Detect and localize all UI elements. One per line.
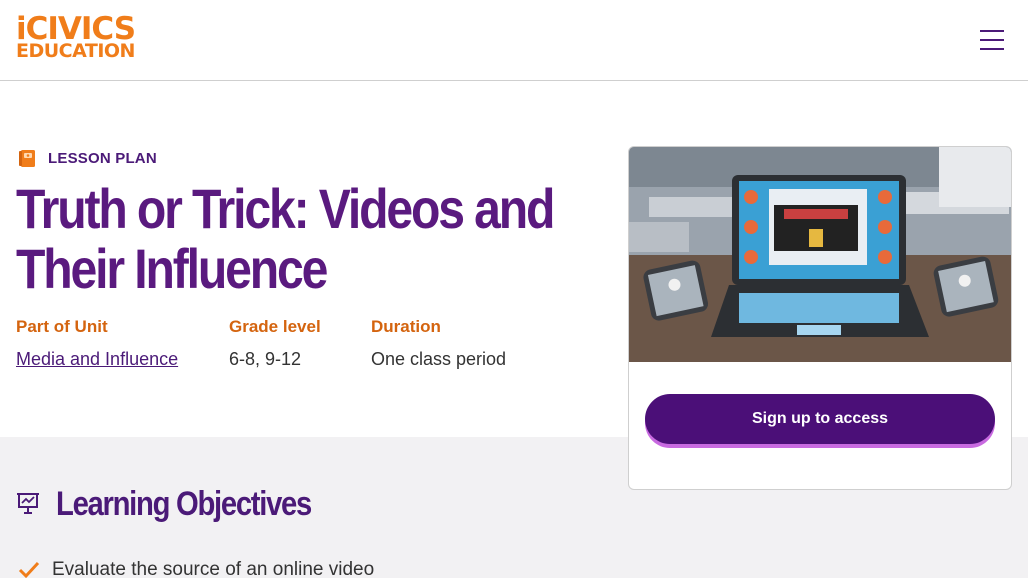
hamburger-menu-icon[interactable]	[976, 26, 1008, 54]
meta-duration: Duration One class period	[371, 317, 506, 370]
duration-value: One class period	[371, 349, 507, 369]
site-header: iCIVICS EDUCATION	[0, 0, 1028, 81]
lesson-plan-icon	[19, 149, 35, 167]
logo-text-bottom: EDUCATION	[16, 40, 135, 62]
meta-label-duration: Duration	[371, 317, 441, 336]
checkmark-icon	[18, 561, 40, 578]
page-title: Truth or Trick: Videos and Their Influen…	[16, 177, 555, 300]
meta-label-unit: Part of Unit	[16, 317, 108, 336]
lesson-type-label: LESSON PLAN	[48, 149, 157, 167]
logo-text-top: iCIVICS	[16, 11, 136, 47]
unit-link[interactable]: Media and Influence	[16, 349, 178, 370]
sign-up-button[interactable]: Sign up to access	[645, 394, 995, 444]
meta-part-of-unit: Part of Unit Media and Influence	[16, 317, 178, 370]
objective-item: Evaluate the source of an online video	[18, 559, 374, 578]
icivics-logo[interactable]: iCIVICS EDUCATION	[16, 11, 136, 62]
laptop-and-phones-illustration	[629, 147, 1011, 362]
grade-level-value: 6-8, 9-12	[229, 349, 302, 369]
lesson-type-tag: LESSON PLAN	[18, 147, 157, 169]
objective-text: Evaluate the source of an online video	[52, 559, 375, 578]
meta-label-grade: Grade level	[229, 317, 321, 336]
presentation-chart-icon	[17, 493, 39, 514]
meta-grade-level: Grade level 6-8, 9-12	[229, 317, 321, 370]
access-card: Sign up to access	[628, 146, 1012, 490]
learning-objectives-heading: Learning Objectives	[56, 485, 312, 523]
